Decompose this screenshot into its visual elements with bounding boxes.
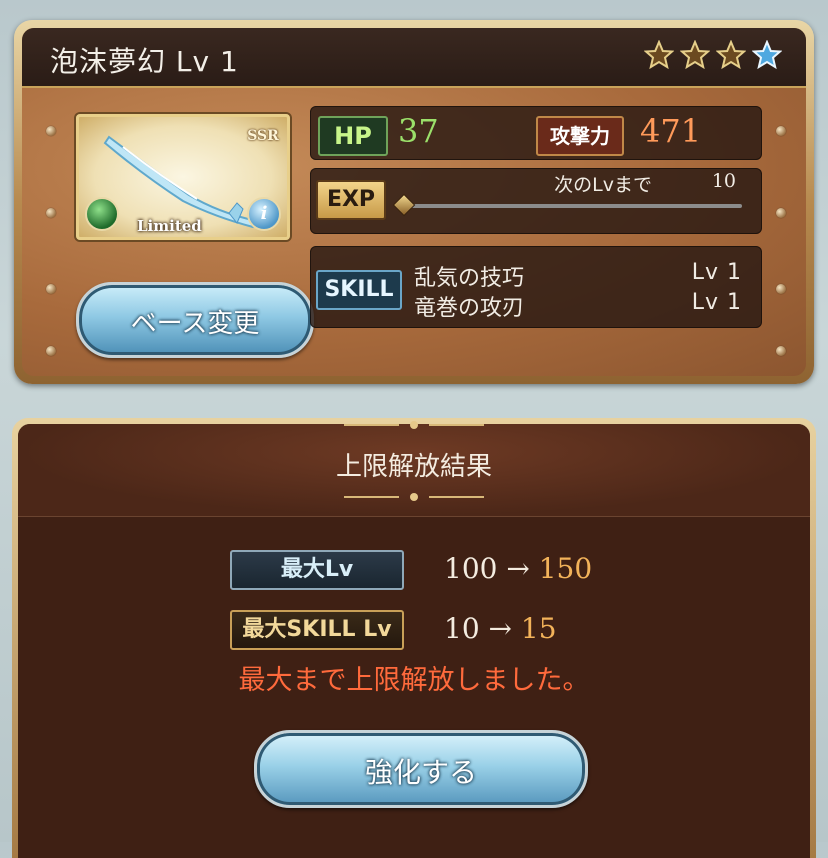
weapon-title-bar: 泡沫夢幻 Lv 1 xyxy=(22,28,806,88)
star-filled-icon xyxy=(716,40,746,70)
enhance-button[interactable]: 強化する xyxy=(254,730,588,808)
info-icon[interactable]: i xyxy=(247,197,281,231)
wind-element-icon xyxy=(85,197,119,231)
base-change-button[interactable]: ベース変更 xyxy=(76,282,314,358)
exp-label: EXP xyxy=(316,180,386,220)
rarity-stars xyxy=(644,40,782,70)
max-skill-level-new: 15 xyxy=(520,612,557,645)
max-level-change: 100 → 150 xyxy=(444,552,592,585)
weapon-name: 泡沫夢幻 Lv 1 xyxy=(50,45,239,78)
max-level-new: 150 xyxy=(538,552,593,585)
skill-name: 乱気の技巧 xyxy=(414,266,525,291)
result-header: 上限解放結果 xyxy=(18,421,810,517)
star-blue-icon xyxy=(752,40,782,70)
ornament-icon xyxy=(344,493,484,501)
skill-box: SKILL 乱気の技巧 Lv 1 竜巻の攻刃 Lv 1 xyxy=(310,246,762,328)
max-level-old: 100 → xyxy=(444,552,530,585)
rivet xyxy=(776,346,786,356)
rivet xyxy=(776,284,786,294)
atk-label: 攻撃力 xyxy=(536,116,624,156)
hp-value: 37 xyxy=(398,112,439,150)
star-filled-icon xyxy=(644,40,674,70)
weapon-panel: 泡沫夢幻 Lv 1 SSR Limited i ベース変更 HP 37 攻撃力 … xyxy=(14,20,814,384)
limit-break-result-panel: 上限解放結果 最大Lv 100 → 150 最大SKILL Lv 10 → 15… xyxy=(12,418,816,858)
hp-atk-box: HP 37 攻撃力 471 xyxy=(310,106,762,160)
skill-name: 竜巻の攻刃 xyxy=(414,296,525,321)
result-title: 上限解放結果 xyxy=(335,452,492,482)
max-skill-level-label: 最大SKILL Lv xyxy=(230,610,404,650)
limited-label: Limited xyxy=(137,217,202,235)
ssr-badge: SSR xyxy=(247,128,279,144)
star-filled-icon xyxy=(680,40,710,70)
skill-label: SKILL xyxy=(316,270,402,310)
base-change-label: ベース変更 xyxy=(130,309,260,339)
rivet xyxy=(776,208,786,218)
hp-label: HP xyxy=(318,116,388,156)
max-skill-level-change: 10 → 15 xyxy=(444,612,557,645)
next-level-value: 10 xyxy=(711,170,736,192)
atk-value: 471 xyxy=(640,112,702,150)
max-level-label: 最大Lv xyxy=(230,550,404,590)
max-limit-break-message: 最大まで上限解放しました。 xyxy=(238,665,590,696)
enhance-button-label: 強化する xyxy=(364,756,477,789)
max-skill-level-old: 10 → xyxy=(444,612,512,645)
rivet xyxy=(776,126,786,136)
rivet xyxy=(46,346,56,356)
next-level-label: 次のLvまで xyxy=(554,174,652,196)
exp-bar-marker xyxy=(392,193,416,217)
exp-box: EXP 次のLvまで 10 xyxy=(310,168,762,234)
exp-bar xyxy=(406,204,742,208)
result-panel-body: 上限解放結果 最大Lv 100 → 150 最大SKILL Lv 10 → 15… xyxy=(18,421,810,858)
skill-level: Lv 1 xyxy=(691,290,742,315)
rivet xyxy=(46,284,56,294)
rivet xyxy=(46,126,56,136)
ornament-icon xyxy=(344,421,484,429)
skill-level: Lv 1 xyxy=(691,260,742,285)
weapon-thumbnail[interactable]: SSR Limited i xyxy=(76,114,290,240)
rivet xyxy=(46,208,56,218)
